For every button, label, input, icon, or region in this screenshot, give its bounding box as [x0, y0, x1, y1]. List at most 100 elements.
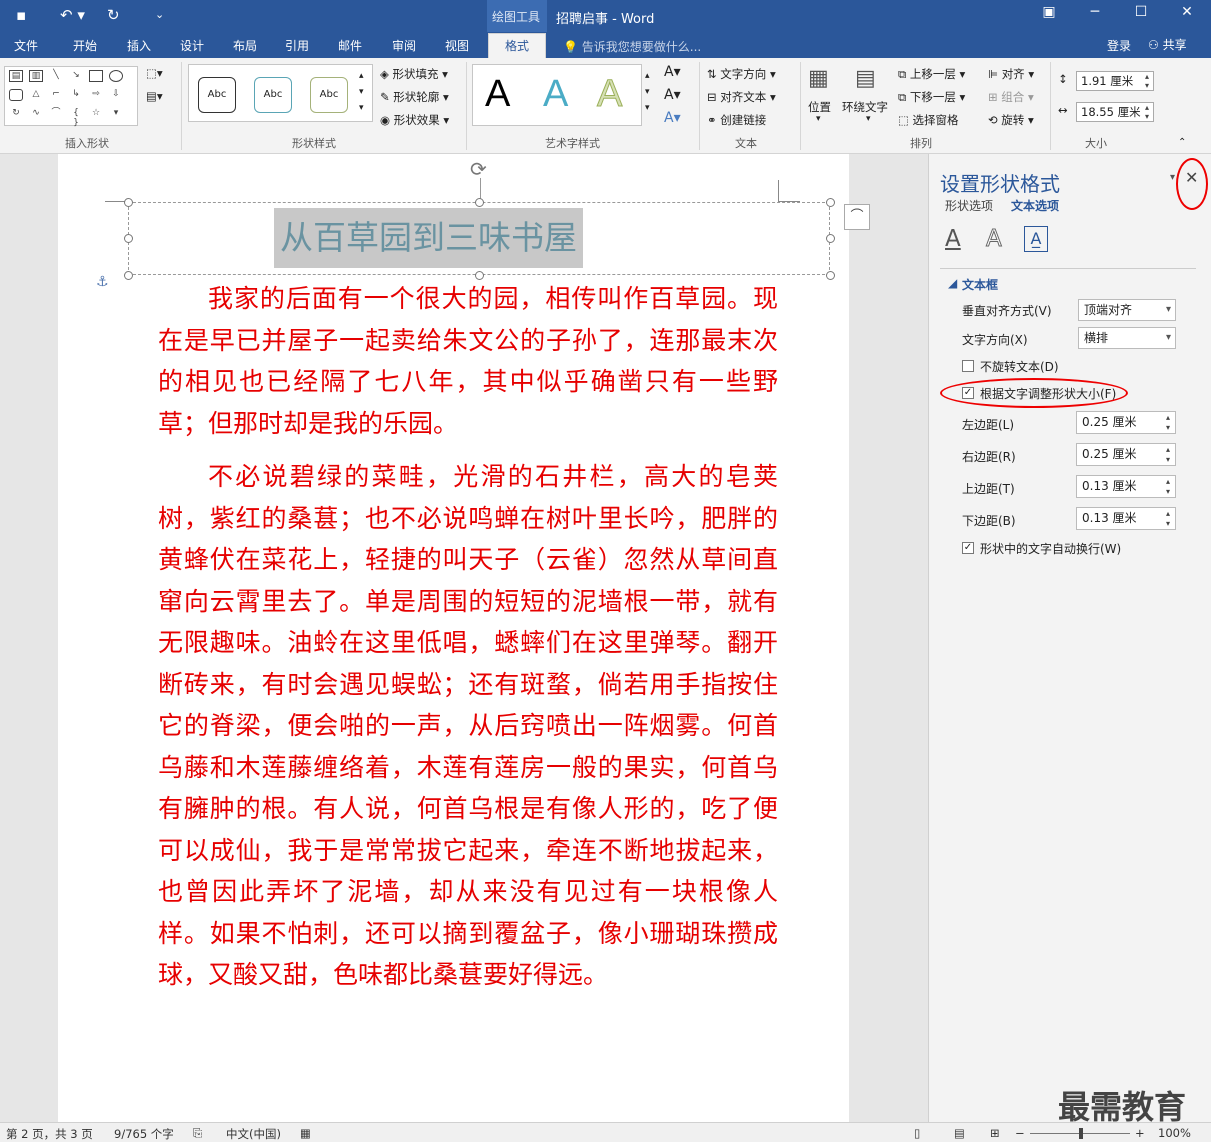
right-arrow-shape-icon[interactable]: ⇨ [89, 89, 103, 101]
share-button[interactable]: ⚇ 共享 [1148, 36, 1187, 53]
tab-review[interactable]: 审阅 [392, 37, 416, 54]
section-textbox-title[interactable]: 文本框 [962, 276, 998, 293]
top-margin-input[interactable]: 0.13 厘米 [1076, 475, 1176, 498]
wrap-text-icon[interactable]: ▤ [855, 66, 876, 91]
minimize-icon[interactable]: ─ [1080, 4, 1110, 20]
shape-style-sample-2[interactable]: Abc [254, 77, 292, 113]
wrap-text-dropdown-icon[interactable]: ▾ [866, 114, 871, 124]
curve-connector-shape-icon[interactable]: ↳ [69, 89, 83, 101]
wrap-text-checkbox[interactable]: ✓ [962, 542, 974, 554]
shape-styles-scroll-icon[interactable]: ▴ ▾ ▾ [359, 68, 364, 116]
tab-references[interactable]: 引用 [285, 37, 309, 54]
redo-icon[interactable]: ↻ [107, 5, 120, 25]
maximize-icon[interactable]: ☐ [1126, 4, 1156, 20]
elbow-connector-shape-icon[interactable]: ⌐ [49, 89, 63, 101]
resize-handle-left[interactable] [124, 234, 133, 243]
bottom-margin-input[interactable]: 0.13 厘米 [1076, 507, 1176, 530]
resize-handle-bottom-left[interactable] [124, 271, 133, 280]
web-layout-icon[interactable]: ⊞ [990, 1126, 1000, 1140]
wordart-scroll-icon[interactable]: ▴ ▾ ▾ [645, 68, 650, 116]
resize-handle-right[interactable] [826, 234, 835, 243]
shape-fill-button[interactable]: ◈ 形状填充 ▾ [380, 66, 448, 82]
position-button[interactable]: 位置 [808, 99, 831, 115]
shape-style-sample-3[interactable]: Abc [310, 77, 348, 113]
textbox-heading[interactable]: 从百草园到三味书屋 [274, 208, 583, 268]
rectangle-shape-icon[interactable] [89, 70, 103, 82]
collapse-ribbon-icon[interactable]: ⌃ [1178, 137, 1186, 148]
no-rotate-checkbox[interactable] [962, 360, 974, 372]
shape-height-input[interactable]: 1.91 厘米 [1076, 71, 1154, 91]
resize-handle-top-right[interactable] [826, 198, 835, 207]
tab-home[interactable]: 开始 [73, 37, 97, 54]
text-fill-outline-icon[interactable]: A [945, 226, 961, 252]
customize-qat-icon[interactable]: ⌄ [155, 5, 164, 25]
shape-outline-button[interactable]: ✎ 形状轮廓 ▾ [380, 89, 449, 105]
textbox-shape-icon[interactable]: ▤ [9, 70, 23, 82]
tab-view[interactable]: 视图 [445, 37, 469, 54]
save-icon[interactable]: ▪ [16, 5, 26, 25]
position-dropdown-icon[interactable]: ▾ [816, 114, 821, 124]
text-effects-icon[interactable]: A▾ [664, 110, 681, 126]
proofing-icon[interactable]: ⎘ [193, 1126, 202, 1141]
close-window-icon[interactable]: ✕ [1172, 4, 1202, 20]
textbox-layout-icon[interactable]: A̲ [1024, 226, 1048, 252]
shape-width-input[interactable]: 18.55 厘米 [1076, 102, 1154, 122]
shapes-gallery[interactable]: ▤ ▥ ╲ ↘ △ ⌐ ↳ ⇨ ⇩ ↻ ∿ ⌒ { } ☆ ▾ [4, 66, 138, 128]
scribble-shape-icon[interactable]: ∿ [29, 108, 43, 120]
tab-mailings[interactable]: 邮件 [338, 37, 362, 54]
left-margin-input[interactable]: 0.25 厘米 [1076, 411, 1176, 434]
create-link-button[interactable]: ⚭ 创建链接 [707, 112, 766, 128]
language-indicator[interactable]: 中文(中国) [226, 1126, 281, 1142]
tab-format[interactable]: 格式 [488, 33, 546, 59]
resize-handle-top[interactable] [475, 198, 484, 207]
brace-shape-icon[interactable]: { } [69, 108, 83, 128]
arc-shape-icon[interactable]: ⌒ [49, 108, 63, 120]
zoom-out-icon[interactable]: − [1015, 1126, 1025, 1140]
text-direction-select[interactable]: 横排 [1078, 327, 1176, 349]
line-shape-icon[interactable]: ╲ [49, 70, 63, 82]
position-icon[interactable]: ▦ [808, 66, 829, 91]
read-mode-icon[interactable]: ▯ [914, 1126, 920, 1140]
freeform-shape-icon[interactable]: ↻ [9, 108, 23, 120]
pane-options-icon[interactable]: ▾ [1170, 172, 1175, 183]
section-collapse-icon[interactable]: ◢ [948, 276, 957, 290]
layout-options-icon[interactable]: ⌒ [844, 204, 870, 230]
word-count[interactable]: 9/765 个字 [114, 1126, 174, 1142]
vertical-align-select[interactable]: 顶端对齐 [1078, 299, 1176, 321]
shape-style-sample-1[interactable]: Abc [198, 77, 236, 113]
wordart-gallery[interactable]: A A A [472, 64, 642, 126]
star-shape-icon[interactable]: ☆ [89, 108, 103, 120]
shape-effects-button[interactable]: ◉ 形状效果 ▾ [380, 112, 449, 128]
paragraph-2[interactable]: 不必说碧绿的菜畦，光滑的石井栏，高大的皂荚树，紫红的桑葚；也不必说鸣蝉在树叶里长… [158, 456, 778, 996]
text-direction-button[interactable]: ⇅ 文字方向 ▾ [707, 66, 776, 82]
align-button[interactable]: ⊫ 对齐 ▾ [988, 66, 1034, 82]
right-margin-input[interactable]: 0.25 厘米 [1076, 443, 1176, 466]
tab-design[interactable]: 设计 [180, 37, 204, 54]
edit-shape-icon[interactable]: ⬚▾ [146, 66, 163, 80]
resize-handle-bottom-right[interactable] [826, 271, 835, 280]
vertical-textbox-shape-icon[interactable]: ▥ [29, 70, 43, 82]
print-layout-icon[interactable]: ▤ [954, 1126, 965, 1140]
oval-shape-icon[interactable] [109, 70, 123, 82]
undo-icon[interactable]: ↶ ▾ [60, 5, 85, 25]
gallery-more-icon[interactable]: ▾ [109, 108, 123, 120]
triangle-shape-icon[interactable]: △ [29, 89, 43, 101]
login-link[interactable]: 登录 [1107, 37, 1131, 54]
tell-me-search[interactable]: 💡 告诉我您想要做什么... [563, 38, 701, 55]
arrow-line-shape-icon[interactable]: ↘ [69, 70, 83, 82]
wordart-sample-green[interactable]: A [596, 73, 622, 116]
zoom-slider-thumb[interactable] [1079, 1128, 1083, 1139]
wordart-sample-blue[interactable]: A [543, 73, 568, 116]
paragraph-1[interactable]: 我家的后面有一个很大的园，相传叫作百草园。现在是早已并屋子一起卖给朱文公的子孙了… [158, 278, 778, 444]
selection-pane-button[interactable]: ⬚ 选择窗格 [898, 112, 959, 128]
document-body[interactable]: 我家的后面有一个很大的园，相传叫作百草园。现在是早已并屋子一起卖给朱文公的子孙了… [158, 278, 778, 1008]
tab-insert[interactable]: 插入 [127, 37, 151, 54]
send-backward-button[interactable]: ⧉ 下移一层 ▾ [898, 89, 965, 105]
rotate-handle-icon[interactable]: ⟳ [470, 157, 487, 181]
down-arrow-shape-icon[interactable]: ⇩ [109, 89, 123, 101]
tab-layout[interactable]: 布局 [233, 37, 257, 54]
align-text-button[interactable]: ⊟ 对齐文本 ▾ [707, 89, 776, 105]
zoom-level[interactable]: 100% [1158, 1126, 1191, 1140]
ribbon-display-icon[interactable]: ▣ [1034, 4, 1064, 20]
bring-forward-button[interactable]: ⧉ 上移一层 ▾ [898, 66, 965, 82]
